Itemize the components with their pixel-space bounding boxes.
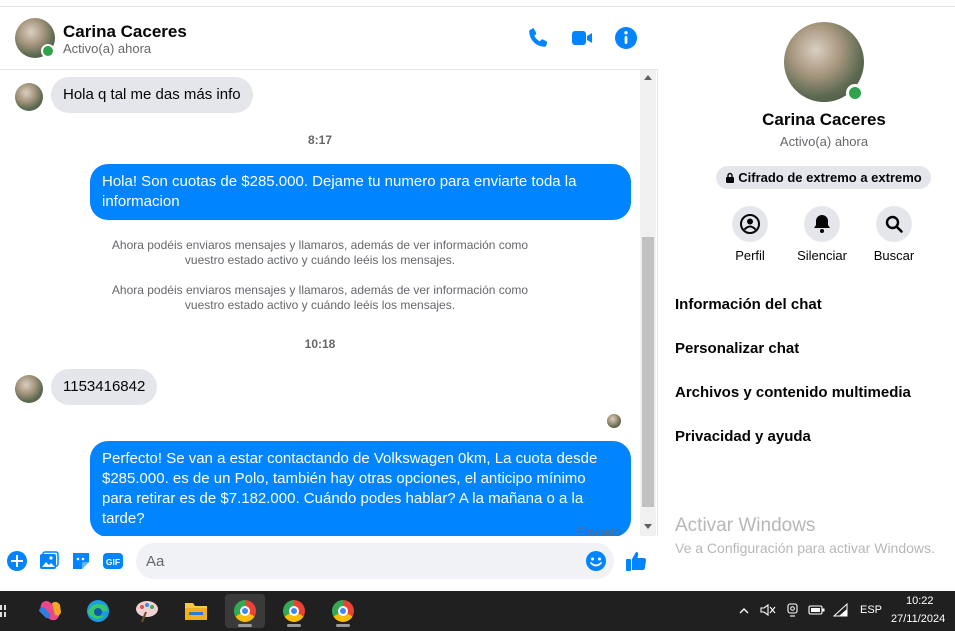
profile-status: Activo(a) ahora bbox=[779, 134, 869, 149]
message-input-box[interactable] bbox=[136, 543, 614, 579]
file-explorer-icon[interactable] bbox=[176, 594, 216, 628]
scroll-thumb[interactable] bbox=[642, 237, 654, 507]
info-icon[interactable] bbox=[614, 26, 638, 50]
wifi-icon[interactable] bbox=[832, 602, 849, 623]
like-icon[interactable] bbox=[624, 549, 648, 573]
task-view-icon[interactable] bbox=[0, 601, 8, 621]
chat-pane: Carina Caceres Activo(a) ahora Hola q ta… bbox=[0, 7, 658, 591]
incoming-message[interactable]: 1153416842 bbox=[51, 369, 158, 405]
mute-action-label: Silenciar bbox=[797, 248, 847, 263]
clock-time[interactable]: 10:22 bbox=[906, 595, 934, 607]
gif-icon[interactable]: GIF bbox=[102, 550, 124, 572]
message-scrollbar[interactable] bbox=[640, 70, 656, 536]
video-call-icon[interactable] bbox=[570, 26, 594, 50]
menu-media-files[interactable]: Archivos y contenido multimedia bbox=[675, 384, 911, 401]
active-app-indicator bbox=[238, 624, 252, 627]
paint-icon[interactable] bbox=[127, 594, 167, 628]
contact-name[interactable]: Carina Caceres bbox=[63, 22, 187, 42]
language-indicator[interactable]: ESP bbox=[860, 604, 882, 616]
plus-icon[interactable] bbox=[6, 550, 28, 572]
outgoing-message[interactable]: Hola! Son cuotas de $285.000. Dejame tu … bbox=[90, 164, 631, 220]
online-status-dot bbox=[41, 44, 55, 58]
copilot-icon[interactable] bbox=[30, 594, 70, 628]
messenger-window: Carina Caceres Activo(a) ahora Hola q ta… bbox=[0, 0, 955, 591]
timestamp: 10:18 bbox=[304, 337, 336, 351]
battery-icon[interactable] bbox=[808, 603, 826, 622]
system-message: Ahora podéis enviaros mensajes y llamaro… bbox=[111, 238, 529, 267]
clock-date[interactable]: 27/11/2024 bbox=[891, 613, 945, 625]
message-list: Hola q tal me das más info 8:17 Hola! So… bbox=[0, 70, 640, 536]
app-indicator bbox=[336, 624, 350, 627]
activation-watermark-title: Activar Windows bbox=[675, 515, 816, 536]
message-input[interactable] bbox=[146, 543, 576, 579]
profile-action-label: Perfil bbox=[735, 248, 765, 263]
chrome-logo-icon bbox=[332, 600, 354, 622]
app-indicator bbox=[287, 624, 301, 627]
menu-customize-chat[interactable]: Personalizar chat bbox=[675, 340, 799, 357]
chrome-window-3-icon[interactable] bbox=[323, 594, 363, 628]
sent-status: Enviado bbox=[577, 525, 621, 536]
message-avatar bbox=[15, 375, 43, 403]
emoji-icon[interactable] bbox=[585, 550, 607, 572]
top-border bbox=[0, 0, 955, 7]
menu-privacy-help[interactable]: Privacidad y ayuda bbox=[675, 428, 811, 445]
online-status-dot bbox=[846, 84, 864, 102]
speaker-muted-icon[interactable] bbox=[760, 603, 776, 622]
taskbar: ESP 10:22 27/11/2024 bbox=[0, 591, 955, 631]
search-action-label: Buscar bbox=[873, 248, 915, 263]
profile-icon bbox=[732, 206, 768, 242]
contact-status: Activo(a) ahora bbox=[63, 41, 152, 56]
menu-chat-info[interactable]: Información del chat bbox=[675, 296, 822, 313]
read-receipt-avatar bbox=[607, 414, 621, 428]
chat-header: Carina Caceres Activo(a) ahora bbox=[0, 7, 658, 70]
system-message: Ahora podéis enviaros mensajes y llamaro… bbox=[111, 283, 529, 312]
sticker-icon[interactable] bbox=[70, 550, 92, 572]
timestamp: 8:17 bbox=[307, 133, 333, 147]
activation-watermark-subtitle: Ve a Configuración para activar Windows. bbox=[675, 540, 935, 556]
e2e-encryption-badge[interactable]: Cifrado de extremo a extremo bbox=[716, 166, 931, 189]
chrome-window-2-icon[interactable] bbox=[274, 594, 314, 628]
gif-label: GIF bbox=[106, 557, 120, 567]
scroll-down-arrow-icon[interactable] bbox=[644, 524, 652, 529]
gallery-icon[interactable] bbox=[38, 550, 60, 572]
profile-action[interactable]: Perfil bbox=[714, 206, 786, 263]
chrome-logo-icon bbox=[283, 600, 305, 622]
chrome-window-1-icon[interactable] bbox=[225, 594, 265, 628]
info-pane: Carina Caceres Activo(a) ahora Cifrado d… bbox=[659, 7, 955, 591]
tray-chevron-up-icon[interactable] bbox=[738, 604, 750, 622]
lock-icon bbox=[725, 167, 735, 190]
mute-action[interactable]: Silenciar bbox=[786, 206, 858, 263]
chrome-logo-icon bbox=[234, 600, 256, 622]
bell-icon bbox=[804, 206, 840, 242]
camera-icon[interactable] bbox=[786, 603, 800, 622]
composer: GIF bbox=[0, 536, 658, 591]
e2e-label: Cifrado de extremo a extremo bbox=[738, 170, 922, 185]
edge-icon[interactable] bbox=[78, 594, 118, 628]
voice-call-icon[interactable] bbox=[526, 26, 550, 50]
incoming-message[interactable]: Hola q tal me das más info bbox=[51, 77, 253, 113]
search-action[interactable]: Buscar bbox=[858, 206, 930, 263]
outgoing-message[interactable]: Perfecto! Se van a estar contactando de … bbox=[90, 441, 631, 536]
profile-name: Carina Caceres bbox=[762, 110, 886, 129]
message-avatar bbox=[15, 83, 43, 111]
search-icon bbox=[876, 206, 912, 242]
scroll-up-arrow-icon[interactable] bbox=[644, 75, 652, 80]
